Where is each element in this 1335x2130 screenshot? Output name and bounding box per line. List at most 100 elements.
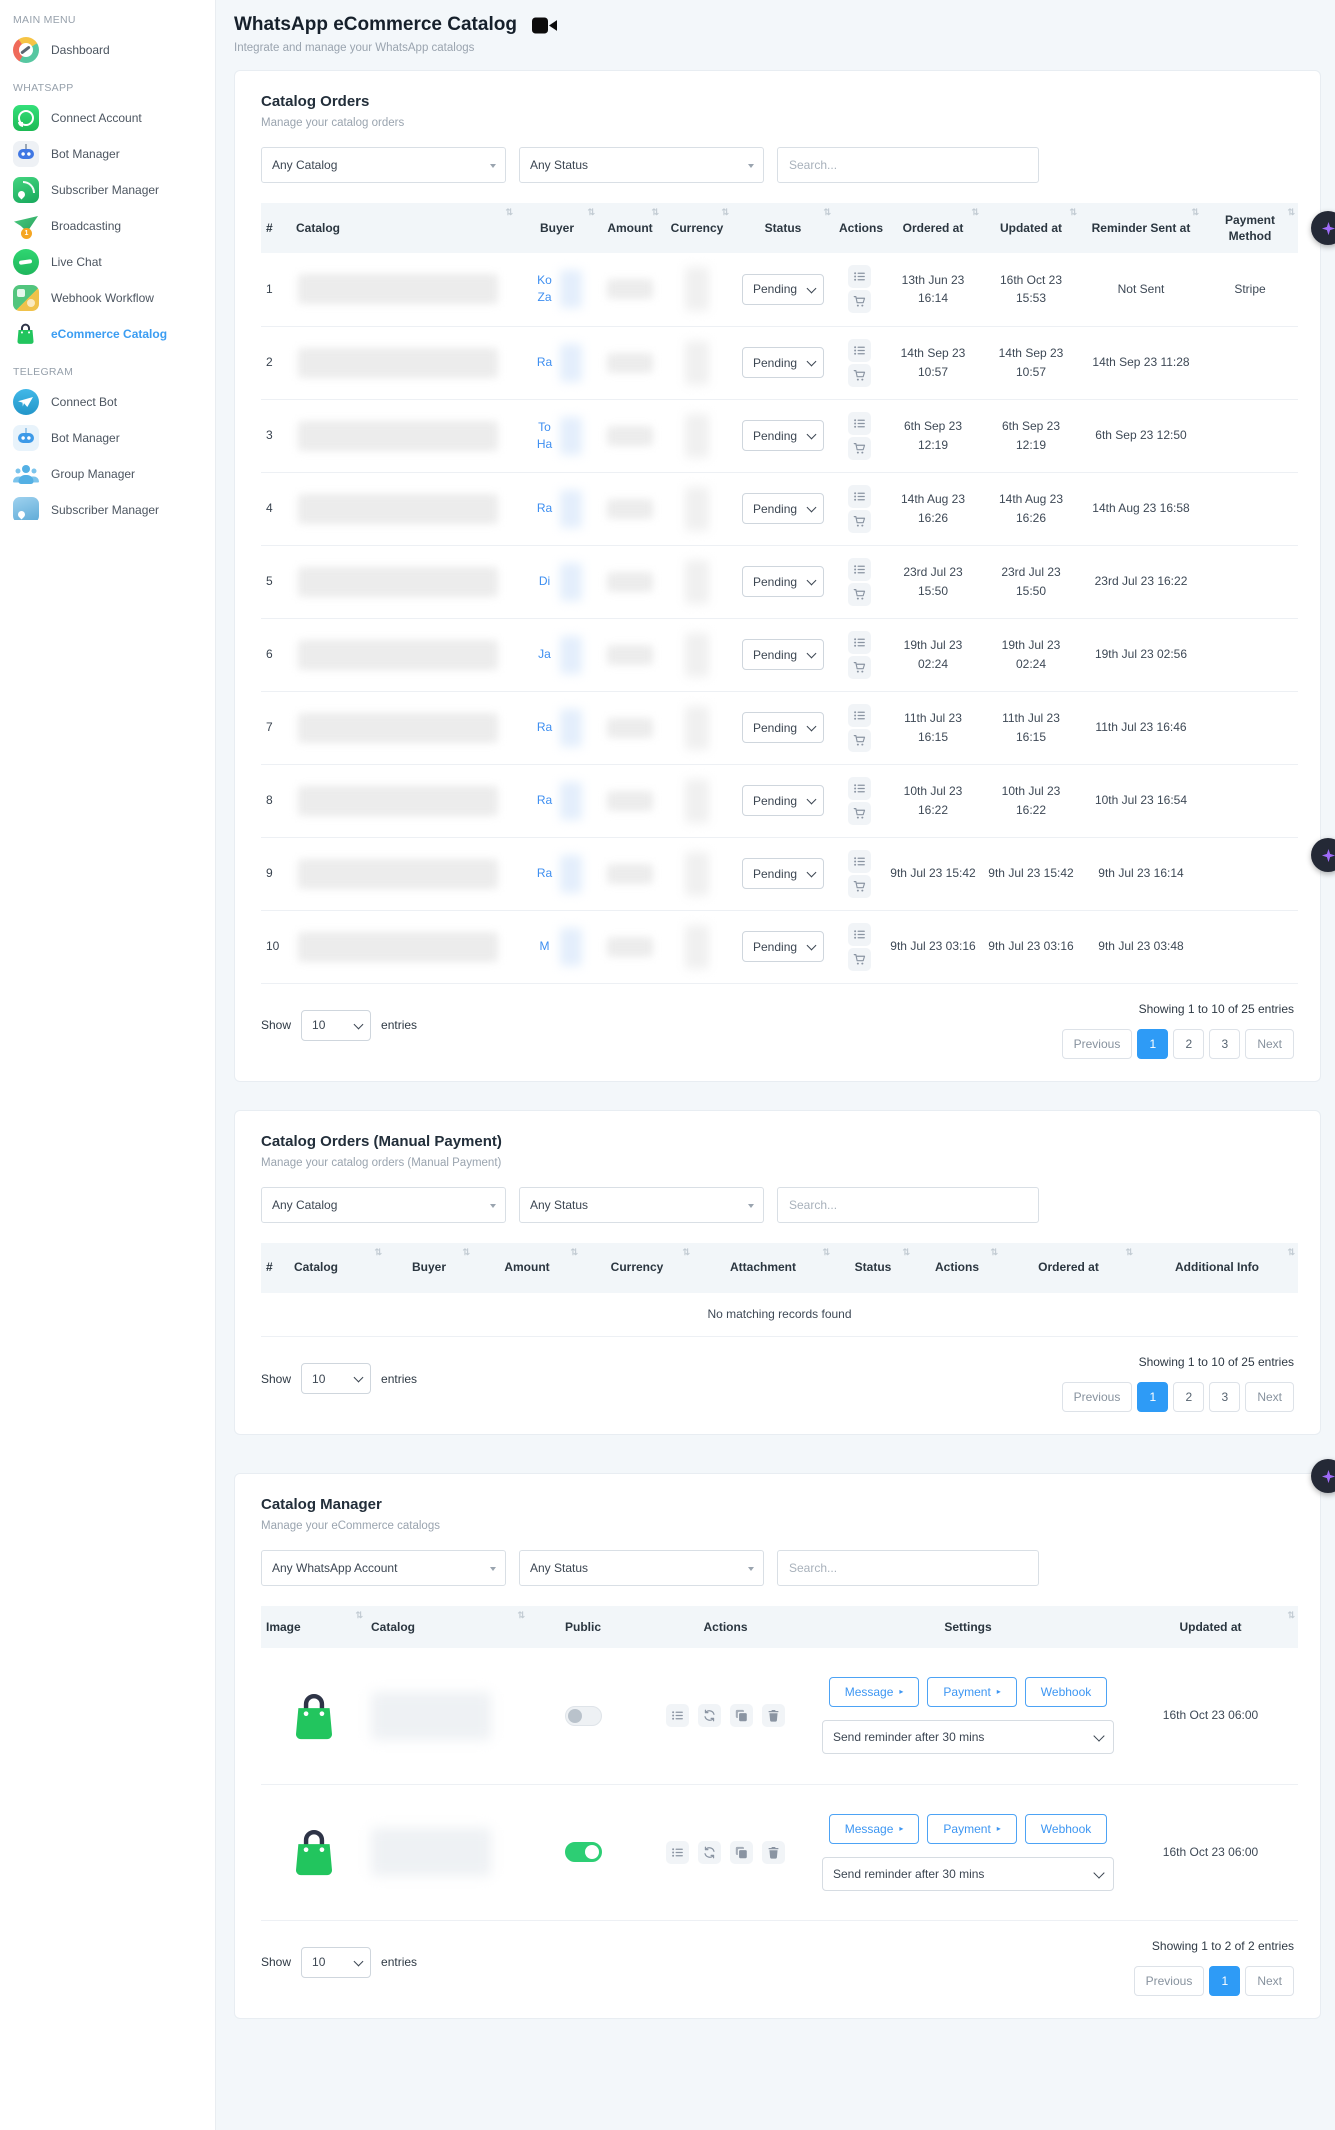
- order-details-button[interactable]: [848, 265, 871, 288]
- buyer-link[interactable]: Ra: [533, 354, 557, 371]
- order-details-button[interactable]: [848, 485, 871, 508]
- order-cart-button[interactable]: [848, 729, 871, 752]
- order-status-select[interactable]: Pending: [742, 274, 824, 305]
- page-2-button[interactable]: 2: [1173, 1029, 1204, 1059]
- sort-icon[interactable]: ⇅: [1069, 206, 1077, 218]
- sort-icon[interactable]: ⇅: [570, 1246, 578, 1258]
- order-cart-button[interactable]: [848, 583, 871, 606]
- sidebar-item-dashboard[interactable]: Dashboard: [0, 32, 215, 68]
- sidebar-item-subscriber-manager[interactable]: Subscriber Manager: [0, 172, 215, 208]
- buyer-link[interactable]: Ra: [533, 865, 557, 882]
- order-cart-button[interactable]: [848, 364, 871, 387]
- order-details-button[interactable]: [848, 412, 871, 435]
- order-details-button[interactable]: [848, 631, 871, 654]
- sort-icon[interactable]: ⇅: [1287, 206, 1295, 218]
- buyer-link[interactable]: Ja: [533, 646, 557, 663]
- message-settings-button[interactable]: Message▸: [829, 1677, 920, 1707]
- order-status-select[interactable]: Pending: [742, 566, 824, 597]
- order-details-button[interactable]: [848, 704, 871, 727]
- reminder-select[interactable]: Send reminder after 30 mins: [822, 1857, 1114, 1891]
- page-3-button[interactable]: 3: [1209, 1382, 1240, 1412]
- sidebar-item-webhook-workflow[interactable]: Webhook Workflow: [0, 280, 215, 316]
- next-page-button[interactable]: Next: [1245, 1029, 1294, 1059]
- sort-icon[interactable]: ⇅: [682, 1246, 690, 1258]
- sort-icon[interactable]: ⇅: [721, 206, 729, 218]
- catalog-items-button[interactable]: [666, 1704, 689, 1727]
- sort-icon[interactable]: ⇅: [1191, 206, 1199, 218]
- sort-icon[interactable]: ⇅: [587, 206, 595, 218]
- webhook-settings-button[interactable]: Webhook: [1025, 1677, 1107, 1707]
- sidebar-item-tg-subscriber-manager[interactable]: Subscriber Manager: [0, 492, 215, 520]
- sort-icon[interactable]: ⇅: [1287, 1246, 1295, 1258]
- sync-catalog-button[interactable]: [698, 1704, 721, 1727]
- page-1-button[interactable]: 1: [1137, 1382, 1168, 1412]
- sort-icon[interactable]: ⇅: [505, 206, 513, 218]
- payment-settings-button[interactable]: Payment▸: [927, 1677, 1016, 1707]
- order-details-button[interactable]: [848, 558, 871, 581]
- public-toggle[interactable]: [565, 1706, 602, 1726]
- buyer-link[interactable]: Ra: [533, 719, 557, 736]
- sidebar-item-tg-bot-manager[interactable]: Bot Manager: [0, 420, 215, 456]
- sidebar-item-group-manager[interactable]: Group Manager: [0, 456, 215, 492]
- sidebar-item-live-chat[interactable]: Live Chat: [0, 244, 215, 280]
- catalog-items-button[interactable]: [666, 1841, 689, 1864]
- delete-catalog-button[interactable]: [762, 1841, 785, 1864]
- sort-icon[interactable]: ⇅: [822, 1246, 830, 1258]
- order-status-select[interactable]: Pending: [742, 347, 824, 378]
- catalog-filter-select[interactable]: Any Catalog: [261, 147, 506, 183]
- page-size-select[interactable]: 10: [301, 1010, 371, 1041]
- public-toggle[interactable]: [565, 1842, 602, 1862]
- order-details-button[interactable]: [848, 339, 871, 362]
- sidebar-item-broadcasting[interactable]: Broadcasting: [0, 208, 215, 244]
- status-filter-select[interactable]: Any Status: [519, 147, 764, 183]
- copy-catalog-button[interactable]: [730, 1704, 753, 1727]
- page-1-button[interactable]: 1: [1209, 1966, 1240, 1996]
- reminder-select[interactable]: Send reminder after 30 mins: [822, 1720, 1114, 1754]
- sync-catalog-button[interactable]: [698, 1841, 721, 1864]
- sidebar-item-connect-account[interactable]: Connect Account: [0, 100, 215, 136]
- delete-catalog-button[interactable]: [762, 1704, 785, 1727]
- order-cart-button[interactable]: [848, 875, 871, 898]
- sort-icon[interactable]: ⇅: [1287, 1609, 1295, 1621]
- page-2-button[interactable]: 2: [1173, 1382, 1204, 1412]
- order-details-button[interactable]: [848, 923, 871, 946]
- sidebar-item-bot-manager[interactable]: Bot Manager: [0, 136, 215, 172]
- buyer-link[interactable]: To Ha: [533, 419, 557, 453]
- order-cart-button[interactable]: [848, 656, 871, 679]
- order-status-select[interactable]: Pending: [742, 420, 824, 451]
- buyer-link[interactable]: Ra: [533, 500, 557, 517]
- buyer-link[interactable]: Ko Za: [533, 272, 557, 306]
- order-status-select[interactable]: Pending: [742, 712, 824, 743]
- order-cart-button[interactable]: [848, 437, 871, 460]
- sort-icon[interactable]: ⇅: [971, 206, 979, 218]
- order-status-select[interactable]: Pending: [742, 639, 824, 670]
- video-camera-icon[interactable]: [532, 17, 558, 34]
- sort-icon[interactable]: ⇅: [823, 206, 831, 218]
- previous-page-button[interactable]: Previous: [1062, 1382, 1133, 1412]
- page-size-select[interactable]: 10: [301, 1947, 371, 1978]
- order-details-button[interactable]: [848, 777, 871, 800]
- account-filter-select[interactable]: Any WhatsApp Account: [261, 1550, 506, 1586]
- previous-page-button[interactable]: Previous: [1062, 1029, 1133, 1059]
- page-size-select[interactable]: 10: [301, 1363, 371, 1394]
- message-settings-button[interactable]: Message▸: [829, 1814, 920, 1844]
- sort-icon[interactable]: ⇅: [462, 1246, 470, 1258]
- catalog-filter-select[interactable]: Any Catalog: [261, 1187, 506, 1223]
- order-cart-button[interactable]: [848, 290, 871, 313]
- search-input[interactable]: [777, 1187, 1039, 1223]
- order-cart-button[interactable]: [848, 802, 871, 825]
- order-cart-button[interactable]: [848, 948, 871, 971]
- sort-icon[interactable]: ⇅: [355, 1609, 363, 1621]
- search-input[interactable]: [777, 1550, 1039, 1586]
- webhook-settings-button[interactable]: Webhook: [1025, 1814, 1107, 1844]
- payment-settings-button[interactable]: Payment▸: [927, 1814, 1016, 1844]
- next-page-button[interactable]: Next: [1245, 1966, 1294, 1996]
- sort-icon[interactable]: ⇅: [517, 1609, 525, 1621]
- next-page-button[interactable]: Next: [1245, 1382, 1294, 1412]
- page-3-button[interactable]: 3: [1209, 1029, 1240, 1059]
- sort-icon[interactable]: ⇅: [651, 206, 659, 218]
- sidebar-item-ecommerce-catalog[interactable]: eCommerce Catalog: [0, 316, 215, 352]
- search-input[interactable]: [777, 147, 1039, 183]
- copy-catalog-button[interactable]: [730, 1841, 753, 1864]
- status-filter-select[interactable]: Any Status: [519, 1187, 764, 1223]
